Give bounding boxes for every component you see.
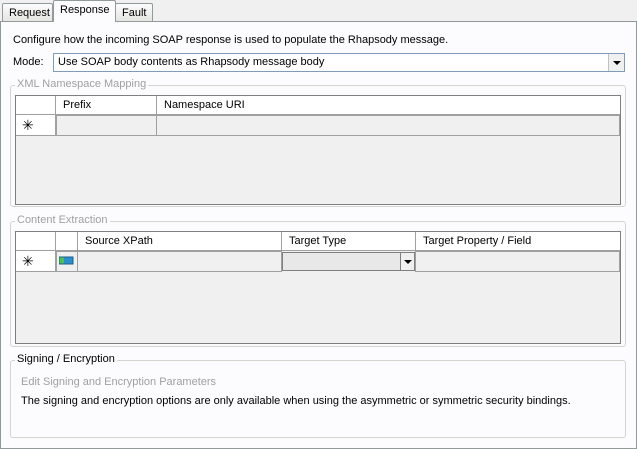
mode-label: Mode: (13, 56, 44, 68)
source-xpath-cell[interactable] (77, 251, 282, 272)
new-row-header[interactable]: ✳ (16, 251, 56, 272)
icon-column-header (56, 232, 78, 251)
row-header-corner (16, 232, 56, 251)
mode-select[interactable]: Use SOAP body contents as Rhapsody messa… (53, 53, 625, 72)
signing-encryption-title: Signing / Encryption (15, 353, 117, 365)
chevron-down-icon (403, 259, 412, 264)
namespace-mapping-group: XML Namespace Mapping Prefix Namespace U… (10, 78, 626, 207)
tab-fault[interactable]: Fault (115, 3, 153, 21)
target-type-dropdown-button[interactable] (400, 253, 414, 270)
chevron-down-icon (612, 60, 621, 65)
namespace-uri-cell[interactable] (156, 115, 620, 136)
namespace-mapping-title: XML Namespace Mapping (15, 78, 149, 90)
column-header-prefix[interactable]: Prefix (56, 96, 157, 115)
mode-select-value: Use SOAP body contents as Rhapsody messa… (58, 56, 325, 68)
response-panel: Configure how the incoming SOAP response… (0, 21, 637, 449)
content-extraction-grid[interactable]: Source XPath Target Type Target Property… (15, 231, 621, 344)
new-row-icon: ✳ (22, 253, 34, 269)
row-icon-cell (56, 251, 78, 272)
column-header-source-xpath[interactable]: Source XPath (78, 232, 282, 251)
column-header-target-type[interactable]: Target Type (282, 232, 416, 251)
new-row-header[interactable]: ✳ (16, 115, 56, 136)
row-header-corner (16, 96, 56, 115)
namespace-mapping-grid[interactable]: Prefix Namespace URI ✳ (15, 95, 621, 205)
column-header-target-property[interactable]: Target Property / Field (416, 232, 620, 251)
xpath-icon (59, 256, 74, 265)
new-row-icon: ✳ (22, 117, 34, 133)
content-extraction-group: Content Extraction Source XPath Target T… (10, 214, 626, 347)
mode-dropdown-button[interactable] (608, 54, 624, 71)
column-header-namespace-uri[interactable]: Namespace URI (157, 96, 620, 115)
edit-signing-parameters-link[interactable]: Edit Signing and Encryption Parameters (21, 376, 216, 388)
target-type-select[interactable] (282, 252, 415, 271)
intro-text: Configure how the incoming SOAP response… (13, 34, 449, 46)
tab-request[interactable]: Request (2, 3, 53, 21)
prefix-cell[interactable] (56, 115, 157, 136)
target-property-cell[interactable] (415, 251, 620, 272)
signing-encryption-group: Signing / Encryption Edit Signing and En… (10, 353, 626, 438)
tab-strip: Request Response Fault (0, 0, 637, 22)
content-extraction-title: Content Extraction (15, 214, 110, 226)
tab-response[interactable]: Response (53, 0, 116, 22)
signing-note: The signing and encryption options are o… (21, 395, 571, 407)
